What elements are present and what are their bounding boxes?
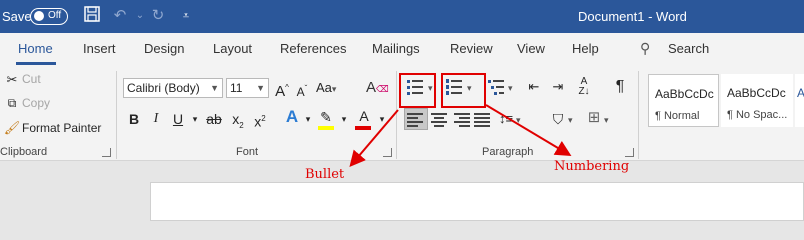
bullet-annotation: Bullet [305,167,345,182]
bullet-arrow [349,109,399,168]
numbering-annotation: Numbering [554,159,630,174]
numbering-arrow [485,104,572,157]
annotation-arrows [349,104,572,168]
